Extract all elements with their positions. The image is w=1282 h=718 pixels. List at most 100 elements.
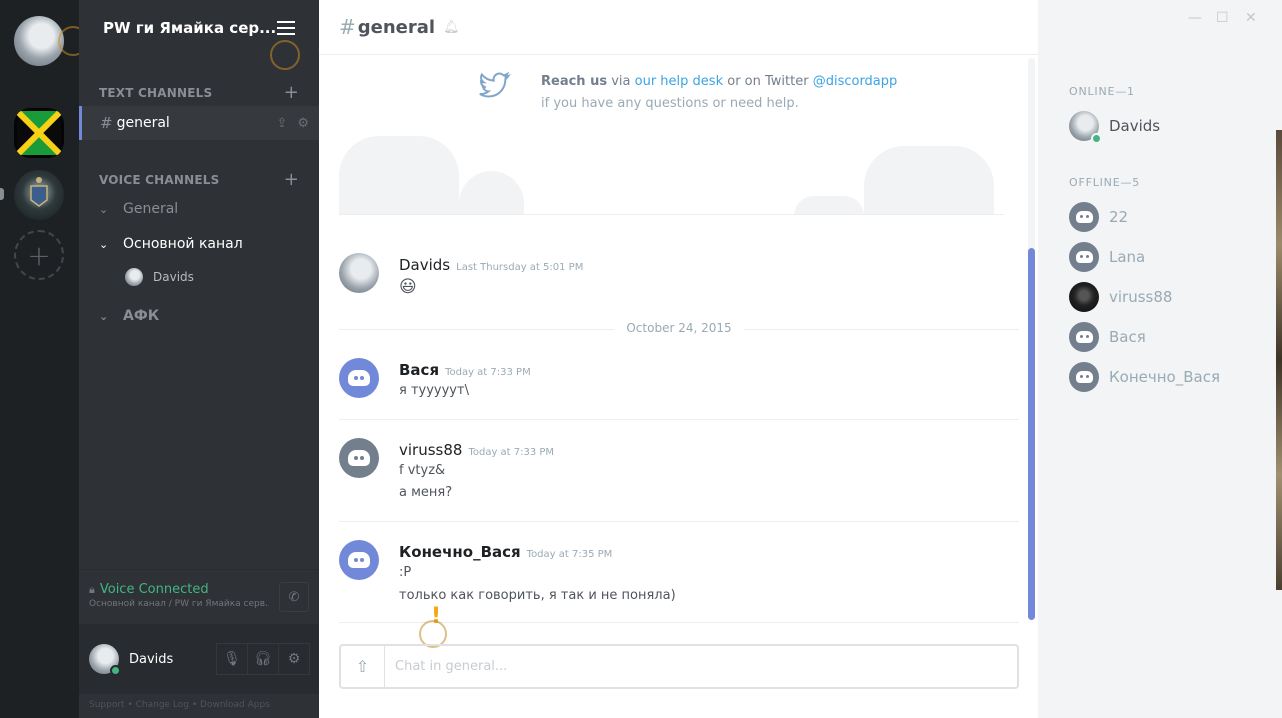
lock-icon: 🔒︎ (89, 582, 95, 596)
welcome-banner: Reach us via our help desk or on Twitter… (339, 56, 1004, 215)
voice-channel-general[interactable]: ⌄ General (99, 201, 178, 217)
message-timestamp: Today at 7:33 PM (445, 367, 531, 378)
member-name: Вася (1109, 328, 1146, 346)
twitter-link[interactable]: @discordapp (813, 74, 898, 89)
invite-icon[interactable]: ⇪ (276, 116, 287, 131)
message-text: только как говорить, я так и не поняла) (399, 588, 676, 603)
voice-user-name: Davids (153, 270, 194, 284)
online-status-dot (110, 665, 121, 676)
hash-icon: # (100, 114, 113, 132)
message-text: я тууууут\ (399, 383, 469, 398)
mascot-illustration (339, 136, 459, 214)
add-voice-channel-icon[interactable]: + (284, 169, 299, 190)
voice-channel-afk[interactable]: ⌄ АФК (99, 308, 159, 324)
home-avatar-button[interactable] (14, 16, 64, 66)
message-author[interactable]: viruss88 (399, 441, 462, 459)
message-timestamp: Last Thursday at 5:01 PM (456, 262, 584, 273)
message-author[interactable]: Davids (399, 256, 450, 274)
help-text-part: via (607, 74, 635, 89)
chat-header: # general 🔔︎ (319, 0, 1038, 55)
discord-logo-icon (1075, 371, 1093, 383)
avatar[interactable] (89, 644, 121, 676)
message-text: f vtyz& (399, 463, 446, 478)
message-text: :P (399, 565, 412, 580)
twitter-icon (479, 71, 511, 98)
headphones-icon: 🎧︎ (254, 651, 272, 667)
hash-icon: # (339, 15, 356, 39)
voice-channels-category[interactable]: VOICE CHANNELS + (99, 169, 299, 190)
message-author[interactable]: Вася (399, 361, 439, 379)
chevron-down-icon: ⌄ (99, 202, 109, 216)
message-separator (339, 419, 1019, 420)
avatar[interactable] (339, 358, 379, 398)
microphone-icon: 🎙︎ (223, 651, 241, 667)
upload-icon: ⇧ (355, 657, 370, 676)
plus-icon: + (27, 238, 51, 272)
discord-logo-icon (348, 370, 370, 386)
deafen-button[interactable]: 🎧︎ (247, 643, 279, 675)
mute-button[interactable]: 🎙︎ (216, 643, 248, 675)
help-desk-link[interactable]: our help desk (635, 74, 723, 89)
member-item[interactable]: Lana (1069, 242, 1145, 272)
avatar (1069, 111, 1102, 144)
server-pw-guild-button[interactable] (14, 170, 64, 220)
message-text: а меня? (399, 485, 453, 500)
jamaica-flag-icon (14, 108, 64, 158)
discord-logo-icon (1075, 251, 1093, 263)
message-text: 😃 (399, 277, 417, 297)
online-status-dot (1091, 133, 1102, 144)
discord-logo-icon (1075, 211, 1093, 223)
notification-halo (270, 40, 300, 70)
message-input[interactable] (385, 651, 1017, 682)
upload-button[interactable]: ⇧ (341, 646, 385, 687)
member-item[interactable]: 22 (1069, 202, 1128, 232)
minimize-icon[interactable]: — (1188, 10, 1202, 26)
voice-channel-main[interactable]: ⌄ Основной канал (99, 236, 243, 252)
member-item[interactable]: Davids (1069, 111, 1161, 144)
member-name: Конечно_Вася (1109, 368, 1220, 386)
chat-area: # general 🔔︎ Reach us via our help desk … (319, 0, 1038, 718)
member-name: 22 (1109, 208, 1129, 226)
online-header: ONLINE—1 (1069, 85, 1135, 98)
user-settings-button[interactable]: ⚙ (278, 643, 310, 675)
member-item[interactable]: Конечно_Вася (1069, 362, 1220, 392)
avatar (1069, 202, 1099, 232)
message-header: Вася Today at 7:33 PM (399, 360, 531, 379)
channel-name: general (116, 115, 170, 131)
message-timestamp: Today at 7:35 PM (526, 549, 613, 560)
add-server-button[interactable]: + (14, 230, 64, 280)
maximize-icon[interactable]: ☐ (1216, 10, 1229, 26)
voice-channel-label: General (123, 201, 179, 217)
channel-item-general[interactable]: # general ⇪ ⚙ (79, 106, 319, 140)
message-header: Davids Last Thursday at 5:01 PM (399, 255, 583, 274)
disconnect-button[interactable]: ✆ (279, 582, 309, 612)
member-name: Davids (1109, 117, 1161, 135)
server-jamaica-button[interactable] (14, 108, 64, 158)
voice-user[interactable]: Davids (125, 268, 194, 286)
avatar[interactable] (339, 540, 379, 580)
date-divider: October 24, 2015 (339, 321, 1019, 335)
gear-icon: ⚙ (287, 651, 301, 667)
voice-status-label: Voice Connected (99, 582, 209, 597)
avatar (125, 268, 143, 286)
date-divider-label: October 24, 2015 (614, 321, 744, 335)
gear-icon[interactable]: ⚙ (297, 116, 309, 131)
menu-icon[interactable] (277, 21, 295, 35)
avatar (1069, 242, 1099, 272)
scrollbar-thumb[interactable] (1028, 248, 1035, 620)
avatar[interactable] (339, 253, 379, 293)
user-name: Davids (129, 651, 174, 667)
close-icon[interactable]: ✕ (1245, 10, 1257, 26)
text-channels-category[interactable]: TEXT CHANNELS + (99, 82, 299, 103)
member-item[interactable]: viruss88 (1069, 282, 1172, 312)
bell-icon[interactable]: 🔔︎ (443, 20, 460, 35)
add-text-channel-icon[interactable]: + (284, 82, 299, 103)
message-timestamp: Today at 7:33 PM (468, 447, 555, 458)
member-name: Lana (1109, 248, 1146, 266)
avatar[interactable] (339, 438, 379, 478)
footer-links[interactable]: Support • Change Log • Download Apps (89, 700, 270, 710)
member-item[interactable]: Вася (1069, 322, 1146, 352)
offline-header: OFFLINE—5 (1069, 176, 1141, 189)
desktop-background-edge (1276, 130, 1282, 590)
message-author[interactable]: Конечно_Вася (399, 543, 521, 561)
